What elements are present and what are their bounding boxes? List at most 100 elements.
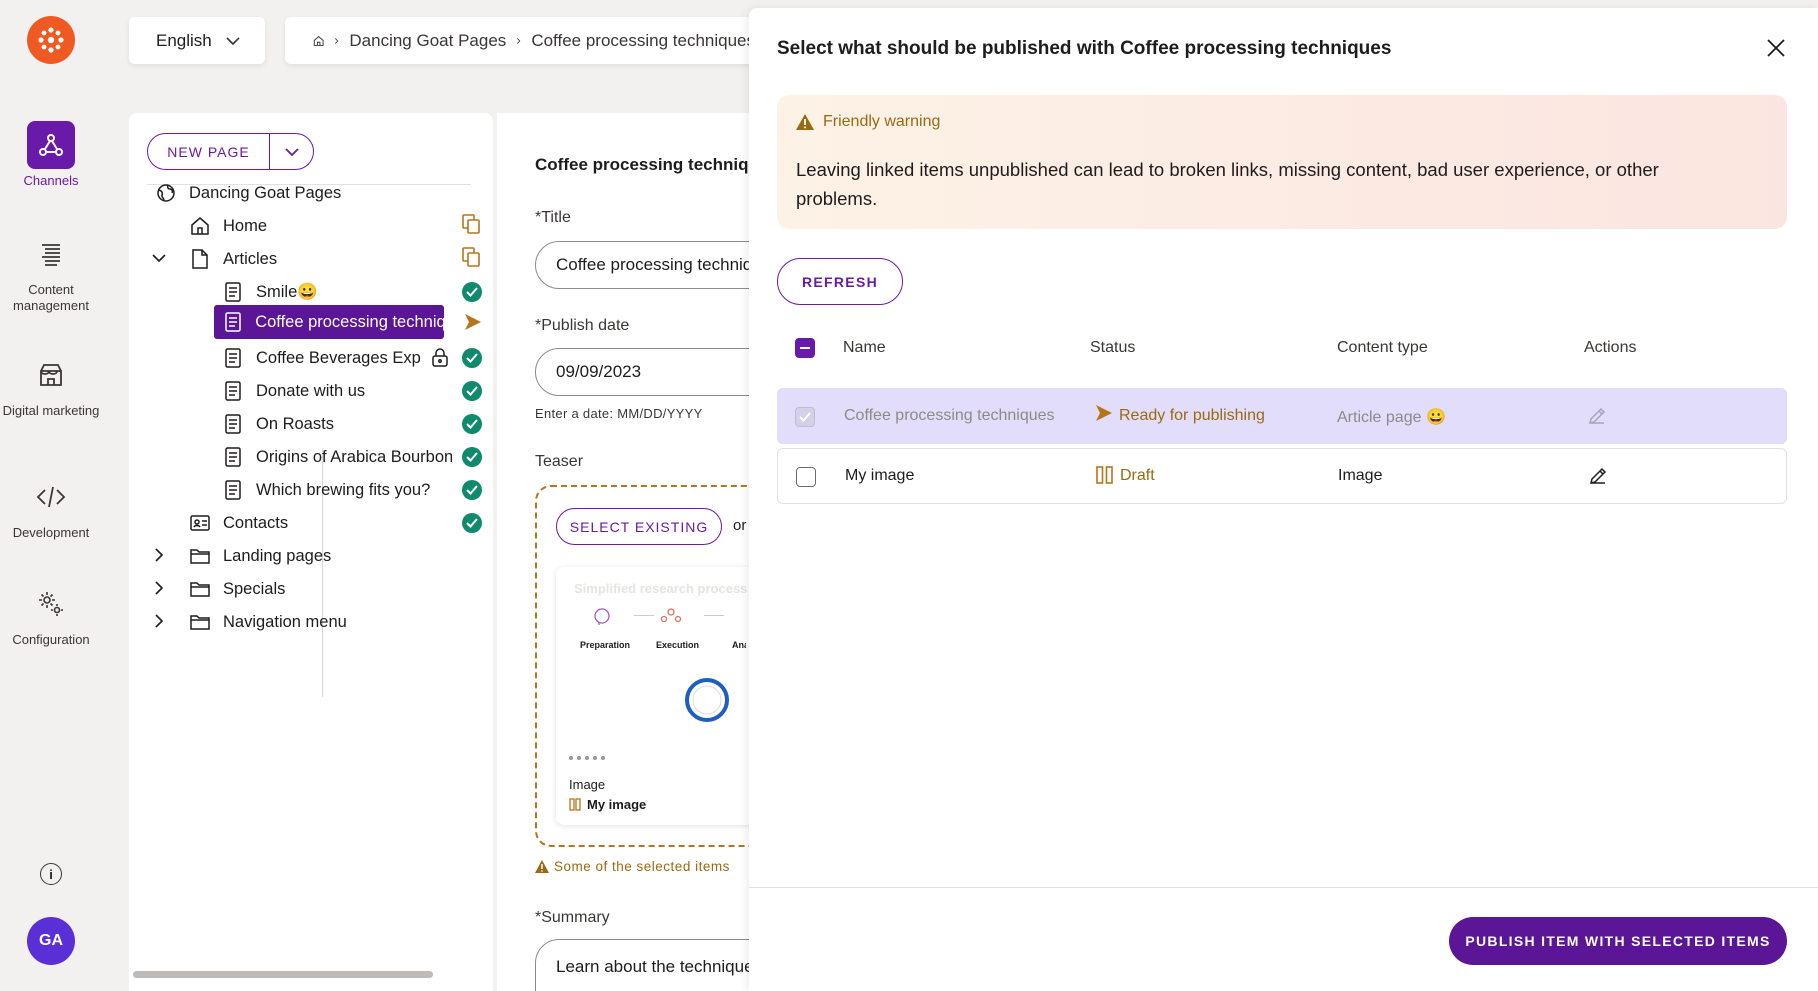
user-avatar[interactable]: GA bbox=[27, 917, 75, 965]
title-input[interactable]: Coffee processing techniques bbox=[535, 241, 757, 289]
tree-item-articles[interactable]: Articles bbox=[189, 242, 277, 276]
select-all-checkbox[interactable] bbox=[795, 338, 815, 358]
tree-label: Home bbox=[223, 216, 268, 235]
nav-item-development[interactable]: Development bbox=[0, 473, 102, 541]
tree-item-home[interactable]: Home bbox=[189, 209, 267, 243]
step-label: Execution bbox=[656, 640, 700, 650]
column-content-type[interactable]: Content type bbox=[1337, 339, 1428, 357]
home-icon[interactable] bbox=[313, 32, 324, 50]
row-content-type: Image bbox=[1338, 467, 1383, 484]
copy-icon bbox=[462, 247, 480, 267]
tree-item-article[interactable]: Origins of Arabica Bourbon bbox=[222, 440, 452, 474]
summary-label: *Summary bbox=[535, 909, 610, 926]
tree-item-article[interactable]: Coffee Beverages Explained bbox=[222, 341, 437, 375]
form-heading: Coffee processing techniques bbox=[535, 155, 757, 174]
dialog-title: Select what should be published with Cof… bbox=[777, 38, 1392, 59]
nav-item-content-management[interactable]: Content management bbox=[0, 230, 102, 314]
tree-label: Contacts bbox=[223, 513, 289, 532]
title-label: *Title bbox=[535, 209, 571, 226]
row-content-type: Article page 😀 bbox=[1337, 409, 1446, 426]
teaser-image-card[interactable]: Simplified research process Preparation … bbox=[556, 567, 757, 825]
published-check-icon bbox=[462, 480, 482, 500]
row-checkbox[interactable] bbox=[796, 467, 816, 487]
tree-item-specials[interactable]: Specials bbox=[189, 572, 285, 606]
folder-icon bbox=[189, 578, 211, 600]
tree-item-contacts[interactable]: Contacts bbox=[189, 506, 288, 540]
step-label: Preparation bbox=[580, 640, 631, 650]
globe-icon bbox=[155, 182, 177, 204]
summary-input[interactable]: Learn about the techniques bbox=[535, 939, 757, 991]
close-icon[interactable] bbox=[1766, 38, 1790, 62]
nav-item-channels[interactable]: Channels bbox=[0, 121, 102, 189]
refresh-button[interactable]: REFRESH bbox=[777, 258, 903, 305]
pagination-dots bbox=[568, 755, 610, 761]
language-value: English bbox=[156, 30, 212, 50]
card-name-row: My image bbox=[569, 797, 646, 812]
chevron-down-icon bbox=[284, 147, 299, 156]
channels-icon bbox=[27, 121, 75, 169]
teaser-label: Teaser bbox=[535, 453, 584, 470]
publish-date-input[interactable]: 09/09/2023 bbox=[535, 348, 757, 396]
chevron-right-icon[interactable] bbox=[151, 547, 167, 563]
published-check-icon bbox=[462, 381, 482, 401]
table-header: Name Status Content type Actions bbox=[777, 326, 1787, 370]
language-selector[interactable]: English bbox=[129, 17, 265, 64]
document-icon bbox=[222, 446, 244, 468]
document-icon bbox=[222, 347, 244, 369]
breadcrumb-item[interactable]: Dancing Goat Pages bbox=[349, 31, 506, 51]
warning-title: Friendly warning bbox=[823, 113, 941, 130]
main-navigation: Channels Content management Digital mark… bbox=[0, 0, 102, 991]
tree-item-article[interactable]: On Roasts bbox=[222, 407, 334, 441]
tree-root[interactable]: Dancing Goat Pages bbox=[155, 176, 341, 210]
tree-item-article[interactable]: Which brewing fits you? bbox=[222, 473, 430, 507]
warning-title-row: Friendly warning bbox=[796, 113, 940, 131]
publish-with-selected-button[interactable]: PUBLISH ITEM WITH SELECTED ITEMS bbox=[1449, 917, 1787, 965]
teaser-warning-text: Some of the selected items bbox=[554, 859, 730, 874]
chevron-right-icon[interactable] bbox=[151, 613, 167, 629]
contact-card-icon bbox=[189, 512, 211, 534]
arrow-icon bbox=[634, 615, 654, 616]
nav-item-digital-marketing[interactable]: Digital marketing bbox=[0, 351, 102, 419]
document-icon bbox=[222, 413, 244, 435]
published-check-icon bbox=[462, 282, 482, 302]
chevron-right-icon[interactable] bbox=[151, 580, 167, 596]
kentico-logo-icon[interactable] bbox=[27, 16, 75, 64]
tree-item-article[interactable]: Donate with us bbox=[222, 374, 365, 408]
tree-item-navigation-menu[interactable]: Navigation menu bbox=[189, 605, 347, 639]
new-page-button[interactable]: NEW PAGE bbox=[147, 133, 314, 170]
file-icon bbox=[189, 248, 211, 270]
nav-item-configuration[interactable]: Configuration bbox=[0, 580, 102, 648]
tree-item-article[interactable]: Smile😀 bbox=[222, 275, 318, 309]
card-name: My image bbox=[587, 797, 647, 812]
info-icon[interactable]: i bbox=[40, 863, 62, 885]
configuration-icon bbox=[27, 580, 75, 628]
date-hint: Enter a date: MM/DD/YYYY bbox=[535, 406, 703, 421]
row-status: Ready for publishing bbox=[1119, 407, 1265, 424]
friendly-warning-box: Friendly warning Leaving linked items un… bbox=[777, 95, 1787, 229]
new-page-dropdown[interactable] bbox=[270, 147, 313, 156]
tree-label: Which brewing fits you? bbox=[256, 480, 431, 499]
tree-label: Navigation menu bbox=[223, 612, 347, 631]
edit-icon[interactable] bbox=[1588, 466, 1608, 486]
publish-date-label: *Publish date bbox=[535, 317, 630, 334]
step-label: Analysis bbox=[732, 640, 746, 650]
digital-marketing-icon bbox=[27, 351, 75, 399]
select-existing-button[interactable]: SELECT EXISTING bbox=[556, 508, 722, 545]
people-icon bbox=[660, 607, 682, 627]
column-name[interactable]: Name bbox=[843, 339, 886, 357]
nav-label: Configuration bbox=[12, 632, 90, 647]
horizontal-scrollbar[interactable] bbox=[133, 971, 433, 978]
folder-icon bbox=[189, 545, 211, 567]
tree-label: Dancing Goat Pages bbox=[189, 183, 342, 202]
tree-item-landing-pages[interactable]: Landing pages bbox=[189, 539, 331, 573]
column-status[interactable]: Status bbox=[1090, 339, 1135, 357]
tree-label: Specials bbox=[223, 579, 286, 598]
new-page-label[interactable]: NEW PAGE bbox=[148, 134, 270, 169]
tree-item-article-selected[interactable]: Coffee processing techniques bbox=[214, 305, 444, 339]
teaser-warning: Some of the selected items bbox=[535, 859, 730, 874]
row-checkbox-disabled bbox=[795, 407, 815, 427]
tree-label: Origins of Arabica Bourbon bbox=[256, 447, 452, 466]
chevron-down-icon[interactable] bbox=[151, 250, 167, 266]
nav-label: Channels bbox=[23, 173, 79, 188]
image-caption: Simplified research process bbox=[574, 581, 748, 596]
